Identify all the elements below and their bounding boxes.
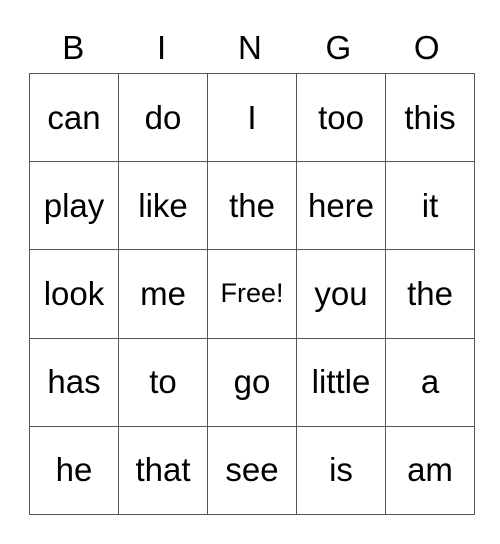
bingo-cell: little xyxy=(296,337,386,427)
bingo-cell: go xyxy=(207,337,297,427)
grid-row: has to go little a xyxy=(29,337,475,427)
bingo-cell: like xyxy=(118,161,208,251)
header-letter-b: B xyxy=(62,29,85,66)
bingo-cell: the xyxy=(385,249,475,339)
bingo-cell: is xyxy=(296,425,386,516)
bingo-cell: to xyxy=(118,337,208,427)
header-letter-i: I xyxy=(157,29,167,66)
bingo-cell: has xyxy=(29,337,119,427)
bingo-cell: it xyxy=(385,161,475,251)
grid-row: look me Free! you the xyxy=(29,249,475,339)
bingo-cell: me xyxy=(118,249,208,339)
bingo-cell: play xyxy=(29,161,119,251)
bingo-cell: the xyxy=(207,161,297,251)
header-letter-n: N xyxy=(238,29,262,66)
bingo-cell: this xyxy=(385,72,475,163)
bingo-cell: I xyxy=(207,72,297,163)
bingo-cell: can xyxy=(29,72,119,163)
bingo-card-grid: can do I too this play like the here it … xyxy=(29,72,475,516)
bingo-cell: do xyxy=(118,72,208,163)
bingo-cell: a xyxy=(385,337,475,427)
grid-row: he that see is am xyxy=(29,425,475,516)
bingo-cell: am xyxy=(385,425,475,516)
bingo-cell: look xyxy=(29,249,119,339)
bingo-cell: he xyxy=(29,425,119,516)
bingo-cell: too xyxy=(296,72,386,163)
bingo-cell: see xyxy=(207,425,297,516)
free-space-cell: Free! xyxy=(207,249,297,339)
bingo-cell: you xyxy=(296,249,386,339)
header-letter-o: O xyxy=(413,29,440,66)
grid-row: play like the here it xyxy=(29,161,475,251)
grid-row: can do I too this xyxy=(29,72,475,163)
bingo-cell: that xyxy=(118,425,208,516)
bingo-cell: here xyxy=(296,161,386,251)
header-letter-g: G xyxy=(325,29,352,66)
bingo-header: B I N G O xyxy=(29,28,471,68)
